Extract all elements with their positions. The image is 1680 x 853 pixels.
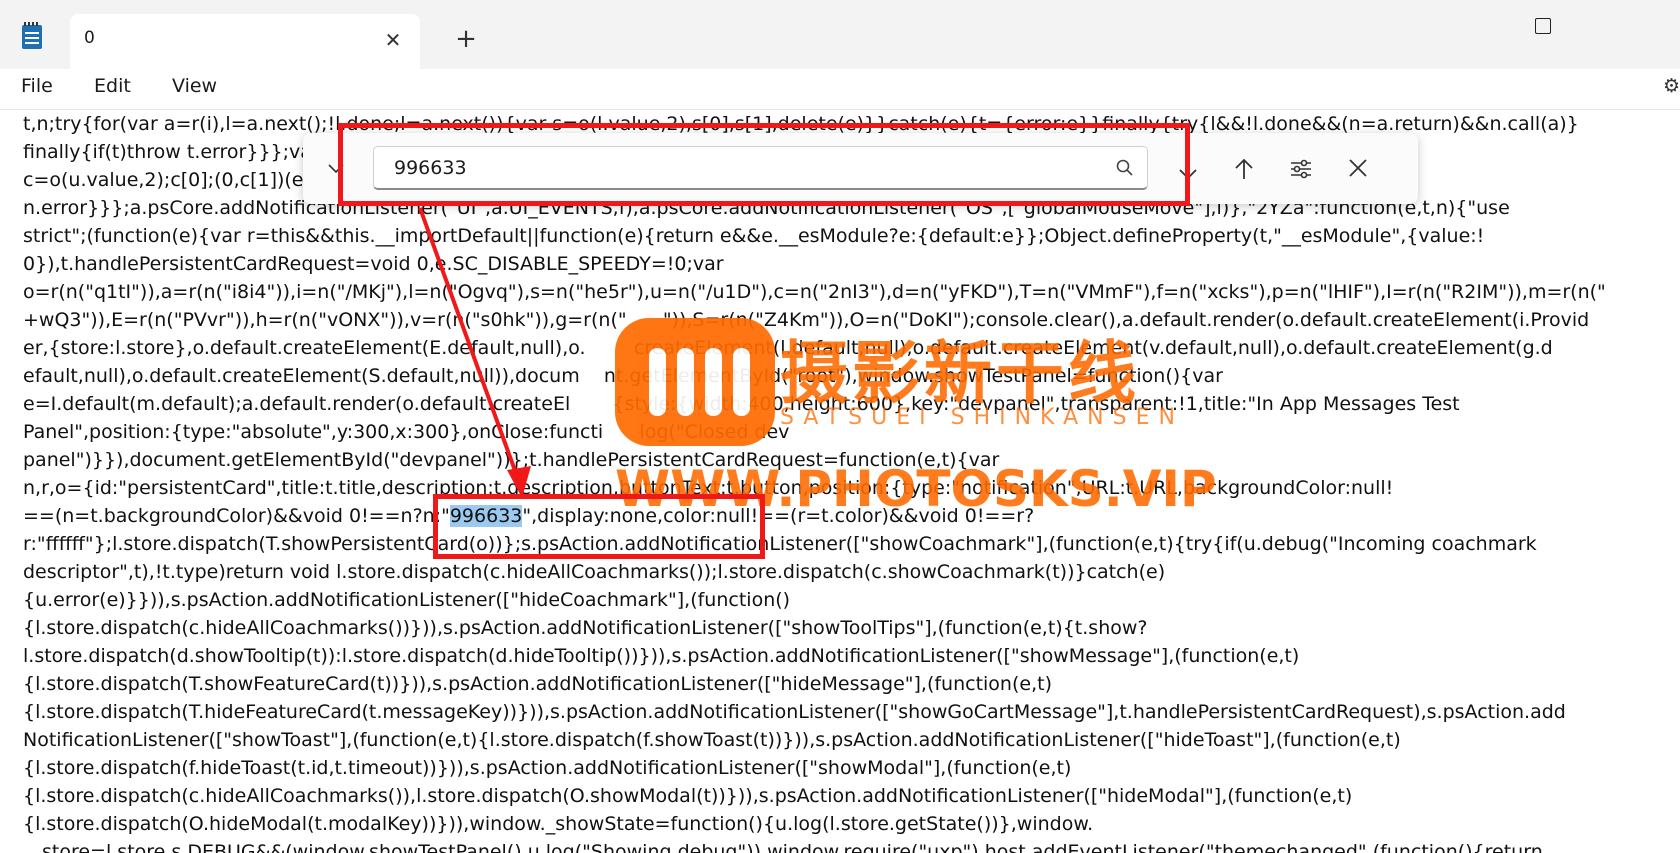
code-line: strict";(function(e){var r=this&&this.__… bbox=[23, 225, 1485, 247]
code-line: c=o(u.value,2);c[0];(0,c[1])(e bbox=[23, 169, 304, 191]
code-line: __store=l.store,s.DEBUG&&(window.showTes… bbox=[23, 841, 1543, 853]
code-line: {l.store.dispatch(c.hideAllCoachmarks())… bbox=[23, 617, 1148, 639]
settings-icon[interactable]: ⚙ bbox=[1663, 75, 1680, 97]
options-sliders-icon bbox=[1291, 159, 1311, 179]
tab-document[interactable]: 0 ✕ bbox=[70, 14, 420, 69]
code-text-before-match: ==(n=t.backgroundColor)&&void 0!==n?n:" bbox=[23, 505, 450, 527]
code-line: {l.store.dispatch(O.hideModal(t.modalKey… bbox=[23, 813, 1094, 835]
menu-file[interactable]: File bbox=[21, 75, 53, 97]
code-line: NotificationListener(["showToast"],(func… bbox=[23, 729, 1401, 751]
code-line: {l.store.dispatch(T.hideFeatureCard(t.me… bbox=[23, 701, 1566, 723]
close-icon bbox=[1349, 159, 1367, 177]
menu-edit[interactable]: Edit bbox=[94, 75, 131, 97]
annotation-box-match bbox=[433, 494, 765, 559]
tab-title: 0 bbox=[84, 28, 95, 48]
code-line: {u.error(e)}})),s.psAction.addNotificati… bbox=[23, 589, 791, 611]
annotation-box-search bbox=[338, 123, 1190, 206]
watermark-logo bbox=[615, 318, 775, 446]
watermark-en: SATSUEI SHINKANSEN bbox=[780, 405, 1184, 430]
code-line: l.store.dispatch(d.showTooltip(t)):l.sto… bbox=[23, 645, 1300, 667]
arrow-up-icon bbox=[1235, 158, 1253, 179]
code-line: {l.store.dispatch(c.hideAllCoachmarks())… bbox=[23, 785, 1353, 807]
code-line: 0}),t.handlePersistentCardRequest=void 0… bbox=[23, 253, 724, 275]
maximize-icon bbox=[1535, 17, 1551, 34]
watermark-cn: 摄影新干线 bbox=[780, 335, 1141, 414]
menu-view[interactable]: View bbox=[172, 75, 217, 97]
code-line: r:"ffffff"};l.store.dispatch(T.showPersi… bbox=[23, 533, 1537, 555]
tab-close-icon[interactable]: ✕ bbox=[378, 25, 408, 55]
code-line: o=r(n("q1tI")),a=r(n("i8i4")),i=n("/MKj"… bbox=[23, 281, 1606, 303]
title-bar: 0 ✕ + bbox=[0, 0, 1680, 69]
code-line: {l.store.dispatch(f.hideToast(t.id,t.tim… bbox=[23, 757, 1072, 779]
code-line: descriptor",t),!t.type)return void l.sto… bbox=[23, 561, 1166, 583]
find-options-button[interactable] bbox=[1282, 150, 1320, 188]
close-find-button[interactable] bbox=[1339, 150, 1377, 188]
notepad-icon bbox=[22, 22, 42, 49]
new-tab-icon[interactable]: + bbox=[448, 22, 484, 58]
maximize-button[interactable] bbox=[1520, 8, 1566, 44]
find-previous-button[interactable] bbox=[1225, 150, 1263, 188]
code-line: {l.store.dispatch(T.showFeatureCard(t))}… bbox=[23, 673, 1052, 695]
menu-bar: File Edit View ⚙ bbox=[0, 69, 1680, 110]
